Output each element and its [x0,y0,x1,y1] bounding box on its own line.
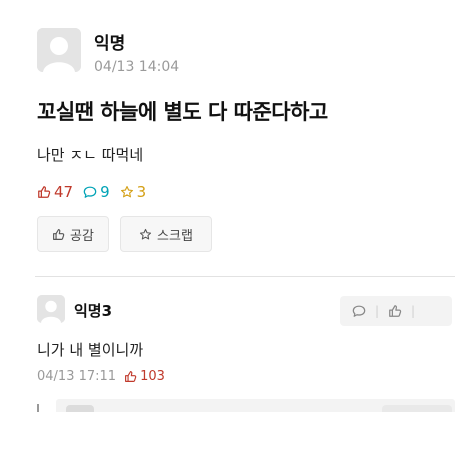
speech-bubble-icon [83,186,97,198]
nested-reply-avatar [66,405,94,412]
divider [35,276,455,277]
star-icon [120,186,133,198]
page-bottom-blank [0,412,461,450]
reply-indent-marker [37,404,39,412]
like-button[interactable]: 공감 [37,216,109,252]
default-avatar-icon [37,295,65,323]
action-separator: | [375,304,380,318]
comment-actions: | | [340,296,452,326]
default-avatar-icon [37,28,81,72]
thumbs-up-icon [53,228,65,240]
scrap-button-label: 스크랩 [157,228,193,244]
thumbs-up-icon[interactable] [388,304,402,318]
post-title: 꼬실땐 하늘에 별도 다 따준다하고 [37,100,328,124]
comment-like-value: 103 [140,369,165,384]
comment-author: 익명3 [74,302,113,320]
comment-avatar [37,295,65,323]
post-author: 익명 [94,34,126,54]
scrap-count: 3 [120,183,147,201]
thumbs-up-icon [38,186,51,198]
post-body: 나만 ㅈㄴ 따먹네 [37,146,144,164]
comment-count-value: 9 [100,183,110,201]
post-stats: 47 9 3 [37,182,156,202]
scrap-button[interactable]: 스크랩 [120,216,212,252]
like-count-value: 47 [54,183,74,201]
scrap-count-value: 3 [136,183,147,201]
comment-timestamp: 04/13 17:11 [37,369,117,384]
like-button-label: 공감 [70,228,94,244]
nested-reply-box [56,399,455,412]
comment-meta: 04/13 17:11 103 [37,369,165,384]
comment-body: 니가 내 별이니까 [37,341,144,359]
action-separator: | [411,304,416,318]
thumbs-up-icon [125,371,137,382]
star-icon [139,228,152,239]
comment-like-count: 103 [124,369,165,384]
post-timestamp: 04/13 14:04 [94,59,180,75]
post-avatar [37,28,81,72]
comment-count: 9 [83,183,110,201]
like-count: 47 [37,183,73,201]
nested-reply-actions [382,405,452,412]
speech-bubble-icon[interactable] [352,304,366,318]
